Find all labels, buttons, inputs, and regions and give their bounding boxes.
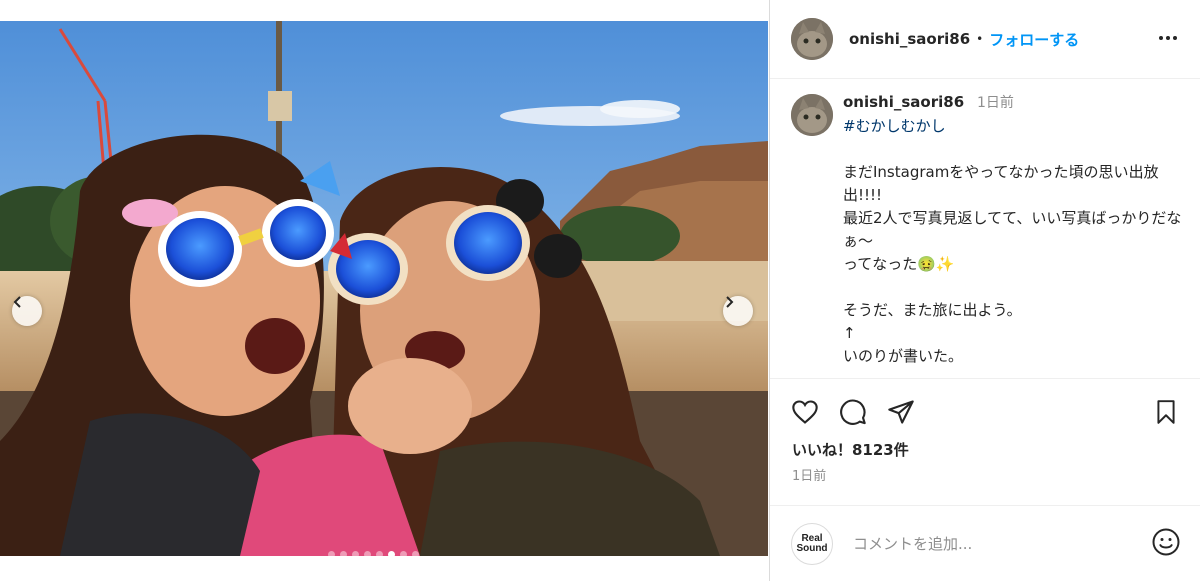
avatar[interactable] bbox=[791, 18, 833, 60]
badge-line-2: Sound bbox=[796, 543, 828, 554]
post-username[interactable]: onishi_saori86 bbox=[849, 30, 970, 48]
ellipsis-icon bbox=[1159, 36, 1177, 40]
save-button[interactable] bbox=[1151, 397, 1181, 427]
paper-plane-icon bbox=[888, 400, 914, 424]
emoji-button[interactable] bbox=[1151, 527, 1181, 561]
like-button[interactable] bbox=[790, 397, 820, 427]
carousel-dot bbox=[352, 551, 359, 556]
comment-input[interactable] bbox=[851, 534, 1135, 554]
caption-line bbox=[843, 276, 1188, 299]
carousel-dot bbox=[412, 551, 419, 556]
carousel-next-button[interactable] bbox=[723, 296, 753, 326]
carousel-dot bbox=[364, 551, 371, 556]
smiley-icon bbox=[1152, 528, 1180, 556]
carousel-prev-button[interactable] bbox=[12, 296, 42, 326]
carousel-dot bbox=[388, 551, 395, 556]
comment-bar: Real Sound bbox=[770, 505, 1200, 582]
likes-count[interactable]: いいね！8123件 bbox=[792, 439, 909, 460]
heart-icon bbox=[792, 400, 818, 424]
caption-line: いのりが書いた。 bbox=[843, 347, 964, 365]
realsound-badge: Real Sound bbox=[791, 523, 833, 565]
carousel-dot bbox=[328, 551, 335, 556]
carousel-dot bbox=[376, 551, 383, 556]
caption-line: そうだ、また旅に出よう。 bbox=[843, 301, 1022, 319]
carousel-indicator bbox=[328, 551, 419, 556]
follow-button[interactable]: フォローする bbox=[989, 29, 1079, 50]
carousel-dot bbox=[340, 551, 347, 556]
hashtag-link[interactable]: #むかしむかし bbox=[843, 115, 1188, 138]
caption-line: 最近2人で写真見返してて、いい写真ばっかりだなぁ〜 bbox=[843, 209, 1182, 250]
cat-avatar-icon bbox=[791, 94, 833, 136]
comment-button[interactable] bbox=[838, 397, 868, 427]
caption-avatar[interactable] bbox=[791, 94, 833, 136]
chevron-right-icon bbox=[726, 296, 734, 308]
caption-line: ↑ bbox=[843, 324, 856, 342]
comment-icon bbox=[840, 399, 866, 425]
caption-time[interactable]: 1日前 bbox=[977, 95, 1014, 111]
action-bar: いいね！8123件 1日前 bbox=[770, 378, 1200, 484]
post-photo[interactable] bbox=[0, 21, 768, 556]
caption-area: onishi_saori86 1日前 #むかしむかし まだInstagramをや… bbox=[770, 79, 1200, 377]
post-time[interactable]: 1日前 bbox=[792, 465, 826, 484]
post-side-panel: onishi_saori86 • フォローする onishi_saori86 1… bbox=[769, 0, 1200, 581]
chevron-left-icon bbox=[13, 296, 21, 308]
photo-illustration bbox=[0, 21, 768, 556]
caption-line: まだInstagramをやってなかった頃の思い出放出!!!! bbox=[843, 163, 1159, 204]
caption-username[interactable]: onishi_saori86 bbox=[843, 93, 964, 111]
bookmark-icon bbox=[1157, 400, 1175, 424]
carousel-dot bbox=[400, 551, 407, 556]
share-button[interactable] bbox=[886, 397, 916, 427]
separator-dot: • bbox=[976, 32, 984, 46]
cat-avatar-icon bbox=[791, 18, 833, 60]
caption-line: ってなった🤢✨ bbox=[843, 255, 955, 273]
post-header: onishi_saori86 • フォローする bbox=[770, 0, 1200, 79]
more-options-button[interactable] bbox=[1157, 27, 1179, 53]
caption-text: onishi_saori86 1日前 #むかしむかし まだInstagramをや… bbox=[843, 91, 1188, 368]
instagram-post-view: onishi_saori86 • フォローする onishi_saori86 1… bbox=[0, 0, 1200, 581]
